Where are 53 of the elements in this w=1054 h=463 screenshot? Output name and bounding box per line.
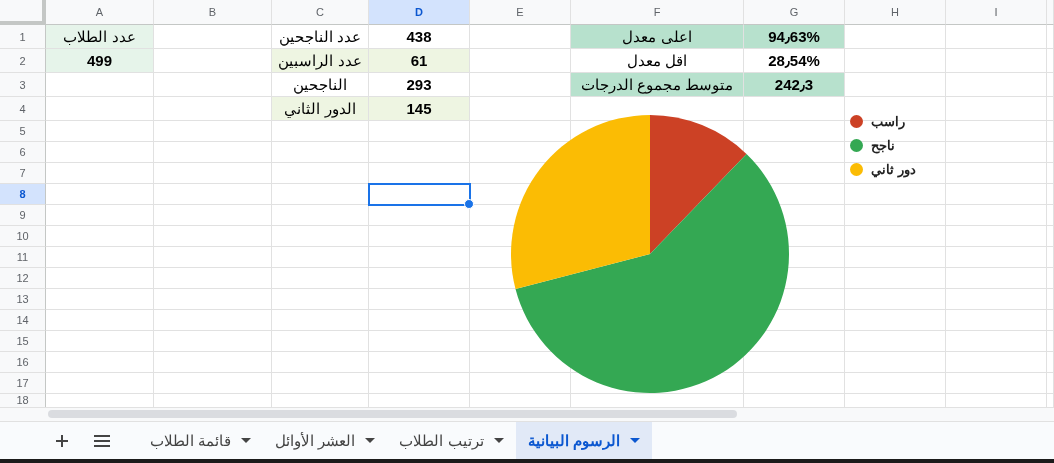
legend-label: ناجح [871, 137, 895, 153]
caret-icon [493, 438, 504, 443]
row-header[interactable]: 6 [0, 142, 46, 163]
fill-handle[interactable] [464, 199, 474, 209]
column-header[interactable]: B [154, 0, 272, 25]
column-header[interactable]: C [272, 0, 369, 25]
row-header[interactable]: 1 [0, 25, 46, 49]
scrollbar-thumb[interactable] [48, 410, 737, 418]
menu-icon [94, 434, 110, 447]
table-cell: 242٫3 [744, 73, 845, 97]
row-header[interactable]: 13 [0, 289, 46, 310]
caret-icon [241, 438, 252, 443]
row-header[interactable]: 14 [0, 310, 46, 331]
sheet-tab[interactable]: قائمة الطلاب [138, 422, 264, 459]
table-cell: الدور الثاني [272, 97, 369, 121]
column-header[interactable]: E [470, 0, 571, 25]
table-cell: 145 [369, 97, 470, 121]
column-header[interactable]: D [369, 0, 470, 25]
row-header[interactable]: 2 [0, 49, 46, 73]
table-cell: اعلى معدل [571, 25, 744, 49]
legend-label: دور ثاني [871, 161, 916, 177]
row-header[interactable]: 4 [0, 97, 46, 121]
table-cell: 61 [369, 49, 470, 73]
sheet-tab[interactable]: العشر الأوائل [263, 422, 388, 459]
row-header[interactable]: 3 [0, 73, 46, 97]
sheet-tab[interactable]: ترتيب الطلاب [387, 422, 516, 459]
column-header[interactable]: A [46, 0, 154, 25]
caret-icon [365, 438, 376, 443]
caret-icon [629, 438, 640, 443]
table-cell: 499 [46, 49, 154, 73]
column-header[interactable]: G [744, 0, 845, 25]
column-header[interactable]: I [946, 0, 1047, 25]
table-cell: عدد الطلاب [46, 25, 154, 49]
row-header[interactable]: 5 [0, 121, 46, 142]
row-header[interactable]: 8 [0, 184, 46, 205]
sheet-tab[interactable]: الرسوم البيانية [515, 422, 652, 459]
row-header[interactable]: 7 [0, 163, 46, 184]
row-header[interactable]: 16 [0, 352, 46, 373]
row-header[interactable]: 15 [0, 331, 46, 352]
table-cell: عدد الراسبين [272, 49, 369, 73]
row-header[interactable]: 18 [0, 394, 46, 407]
table-cell: متوسط مجموع الدرجات [571, 73, 744, 97]
row-header[interactable]: 17 [0, 373, 46, 394]
column-header[interactable]: F [571, 0, 744, 25]
row-header[interactable]: 11 [0, 247, 46, 268]
row-header[interactable]: 12 [0, 268, 46, 289]
plus-icon [56, 434, 68, 447]
table-cell: 94٫63% [744, 25, 845, 49]
legend-label: راسب [871, 113, 905, 129]
row-header[interactable]: 9 [0, 205, 46, 226]
horizontal-scrollbar[interactable] [0, 407, 1054, 421]
column-header[interactable]: H [845, 0, 946, 25]
row-header[interactable]: 10 [0, 226, 46, 247]
